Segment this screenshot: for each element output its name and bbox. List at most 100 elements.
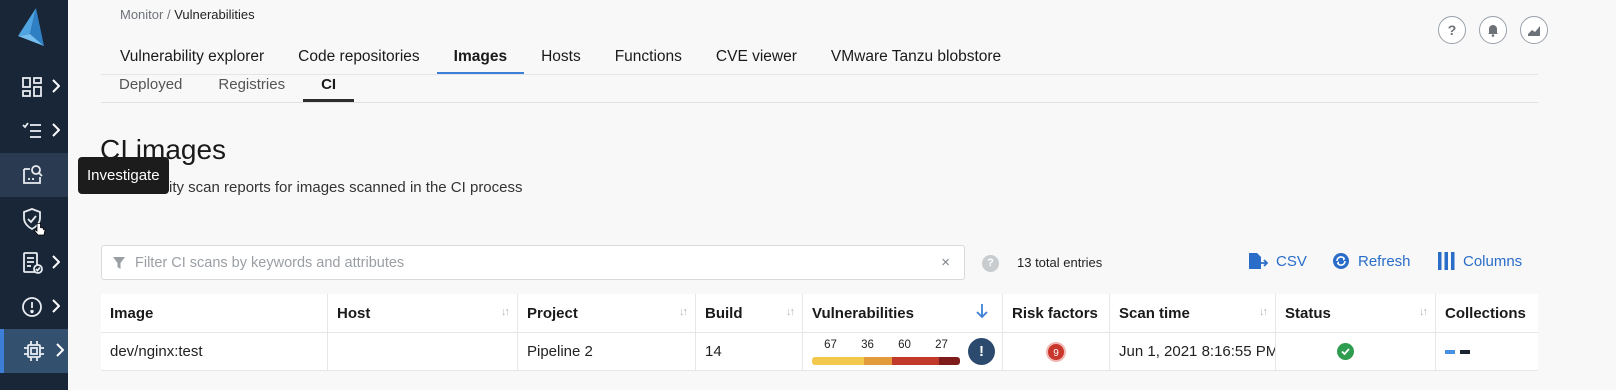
sort-icon[interactable]: ↓↑ [501,306,510,318]
refresh-label: Refresh [1358,252,1411,270]
status-button[interactable] [1520,16,1548,44]
notifications-button[interactable] [1479,16,1507,44]
vuln-medium-bar [864,356,893,365]
breadcrumb-parent[interactable]: Monitor [120,7,163,22]
list-icon [22,122,41,138]
columns-button[interactable]: Columns [1438,252,1522,270]
ci-images-table: Image Host ↓↑ Project ↓↑ Build ↓↑ Vulnerabi… [101,294,1538,371]
vulnerability-bar[interactable]: 67 36 60 27 [812,339,960,365]
tab-cve-viewer[interactable]: CVE viewer [699,44,814,74]
sidebar-item-defend[interactable] [0,197,68,241]
vuln-high-count: 60 [898,338,911,351]
bell-icon [1488,25,1498,37]
status-ok-icon [1337,343,1354,360]
cell-risk-factors: 9 [1003,333,1110,370]
sort-icon[interactable]: ↓↑ [679,306,688,318]
csv-button[interactable]: CSV [1248,252,1307,270]
column-header-host[interactable]: Host ↓↑ [328,294,518,332]
column-header-image[interactable]: Image [101,294,328,332]
subtab-ci[interactable]: CI [303,72,355,102]
subtab-registries[interactable]: Registries [200,72,303,102]
table-row[interactable]: dev/nginx:test Pipeline 2 14 67 36 60 27 [101,333,1538,371]
sidebar-item-compliance[interactable] [0,241,68,285]
sidebar-item-dashboard[interactable] [0,65,68,109]
subtab-deployed[interactable]: Deployed [101,72,200,102]
tab-hosts[interactable]: Hosts [524,44,598,74]
tab-images[interactable]: Images [436,44,525,75]
table-header: Image Host ↓↑ Project ↓↑ Build ↓↑ Vulnerabi… [101,294,1538,333]
dashboard-icon [22,77,42,97]
header-icons: ? [1438,16,1548,44]
sort-icon[interactable]: ↓↑ [1259,306,1268,318]
column-header-label: Build [705,304,743,322]
sidebar-item-alerts[interactable] [0,285,68,329]
entries-help-icon[interactable]: ? [982,255,999,272]
column-header-risk-factors[interactable]: Risk factors [1003,294,1110,332]
clear-filter-icon[interactable]: × [941,254,950,271]
csv-export-icon [1249,253,1268,269]
cpu-icon [24,341,44,361]
critical-alert-badge[interactable]: ! [968,338,995,365]
compliance-icon [23,252,43,274]
main-tabs: Vulnerability explorer Code repositories… [103,44,1018,75]
sidebar-item-investigate[interactable] [0,153,68,197]
column-header-vulnerabilities[interactable]: Vulnerabilities [803,294,1003,332]
tab-functions[interactable]: Functions [598,44,699,74]
app-root: Investigate Monitor / Vulnerabilities ? … [0,0,1616,390]
collection-tags [1445,349,1470,354]
chevron-right-icon [56,343,64,357]
breadcrumb: Monitor / Vulnerabilities [120,7,255,22]
chevron-right-icon [52,299,60,313]
prisma-logo-icon[interactable] [14,6,52,48]
collection-tag[interactable] [1445,349,1455,354]
sidebar [0,0,68,390]
vuln-critical-bar [938,356,960,365]
columns-label: Columns [1463,252,1523,270]
vuln-critical-count: 27 [935,338,948,351]
column-header-label: Project [527,304,578,322]
sidebar-item-list[interactable] [0,109,68,153]
chevron-right-icon [52,79,60,93]
refresh-button[interactable]: Refresh [1332,252,1411,270]
column-header-status[interactable]: Status ↓↑ [1276,294,1436,332]
page-description-text: ity scan reports for images scanned in t… [169,179,523,196]
filter-bar: × [101,245,965,280]
total-entries: 13 total entries [1017,255,1103,270]
column-header-project[interactable]: Project ↓↑ [518,294,696,332]
sidebar-item-manage[interactable] [0,329,68,373]
chevron-right-icon [52,255,60,269]
cursor-hand-icon [34,223,46,236]
tab-vulnerability-explorer[interactable]: Vulnerability explorer [103,44,281,74]
vulnerability-bars [812,356,960,365]
breadcrumb-current: Vulnerabilities [174,7,255,22]
help-icon: ? [1448,22,1457,38]
columns-icon [1438,252,1455,270]
sort-icon[interactable]: ↓↑ [1419,306,1428,318]
tab-code-repositories[interactable]: Code repositories [281,44,436,74]
column-header-label: Host [337,304,371,322]
tab-vmware-tanzu-blobstore[interactable]: VMware Tanzu blobstore [814,44,1018,74]
chevron-right-icon [52,123,60,137]
sort-descending-icon[interactable] [976,303,988,319]
risk-factors-badge[interactable]: 9 [1046,341,1066,362]
column-header-build[interactable]: Build ↓↑ [696,294,803,332]
column-header-label: Collections [1445,304,1526,322]
cell-scan-time: Jun 1, 2021 8:16:55 PM [1110,333,1276,370]
sort-icon[interactable]: ↓↑ [786,306,795,318]
filter-input[interactable] [135,246,915,279]
column-header-collections[interactable]: Collections [1436,294,1538,332]
vuln-medium-count: 36 [861,338,874,351]
column-header-label: Risk factors [1012,304,1098,322]
collection-tag[interactable] [1460,349,1470,354]
sub-tabs: Deployed Registries CI [101,72,355,102]
cell-project: Pipeline 2 [518,333,696,370]
column-header-scan-time[interactable]: Scan time ↓↑ [1110,294,1276,332]
column-header-label: Scan time [1119,304,1190,322]
refresh-icon [1333,253,1349,269]
cell-vulnerabilities: 67 36 60 27 ! [803,333,1003,370]
svg-text:?: ? [1448,22,1457,38]
help-button[interactable]: ? [1438,16,1466,44]
cell-status [1276,333,1436,370]
alert-icon [22,297,42,317]
page-description: ity scan reports for images scanned in t… [169,179,523,196]
